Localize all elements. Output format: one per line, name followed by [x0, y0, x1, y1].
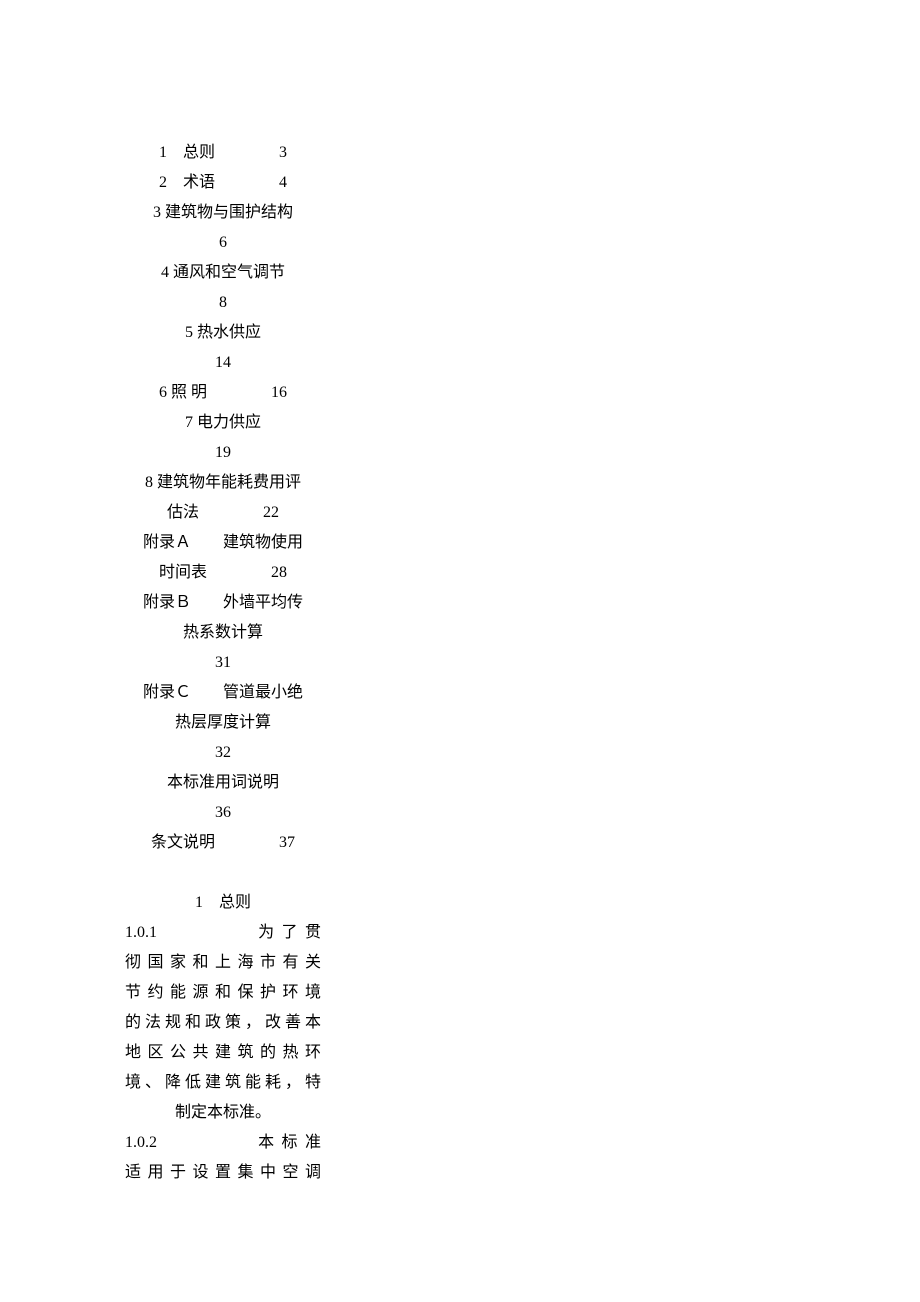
clause-1-0-2-line-a: 1.0.2 本标准 [123, 1128, 323, 1158]
page-content: 1 总则 3 2 术语 4 3 建筑物与围护结构 6 4 通风和空气调节 8 5… [123, 138, 323, 1188]
toc-page-4: 8 [123, 288, 323, 318]
toc-entry-8: 8 建筑物年能耗费用评 [123, 468, 323, 498]
clause-1-0-1-line-g: 制定本标准。 [123, 1098, 323, 1128]
clause-1-0-1-line-d: 的法规和政策，改善本 [123, 1008, 323, 1038]
section-1-heading: 1 总则 [123, 888, 323, 918]
toc-entry-1: 1 总则 3 [123, 138, 323, 168]
table-of-contents: 1 总则 3 2 术语 4 3 建筑物与围护结构 6 4 通风和空气调节 8 5… [123, 138, 323, 858]
toc-entry-6: 6 照 明 16 [123, 378, 323, 408]
toc-entry-7: 7 电力供应 [123, 408, 323, 438]
clause-1-0-1-line-f: 境、降低建筑能耗，特 [123, 1068, 323, 1098]
toc-entry-2: 2 术语 4 [123, 168, 323, 198]
clause-1-0-1-line-c: 节约能源和保护环境 [123, 978, 323, 1008]
toc-appendix-c: 附录Ｃ 管道最小绝 [123, 678, 323, 708]
clause-1-0-1-line-e: 地区公共建筑的热环 [123, 1038, 323, 1068]
toc-page-7: 19 [123, 438, 323, 468]
toc-entry-5: 5 热水供应 [123, 318, 323, 348]
toc-entry-8b: 估法 22 [123, 498, 323, 528]
toc-page-c: 32 [123, 738, 323, 768]
toc-appendix-b: 附录Ｂ 外墙平均传 [123, 588, 323, 618]
toc-appendix-a: 附录Ａ 建筑物使用 [123, 528, 323, 558]
toc-appendix-a2: 时间表 28 [123, 558, 323, 588]
toc-page-b: 31 [123, 648, 323, 678]
toc-page-5: 14 [123, 348, 323, 378]
section-1: 1 总则 1.0.1 为了贯 彻国家和上海市有关 节约能源和保护环境 的法规和政… [123, 888, 323, 1188]
toc-entry-4: 4 通风和空气调节 [123, 258, 323, 288]
toc-appendix-c2: 热层厚度计算 [123, 708, 323, 738]
toc-entry-3: 3 建筑物与围护结构 [123, 198, 323, 228]
toc-terms: 本标准用词说明 [123, 768, 323, 798]
toc-appendix-b2: 热系数计算 [123, 618, 323, 648]
clause-1-0-2-line-b: 适用于设置集中空调 [123, 1158, 323, 1188]
clause-1-0-1-line-b: 彻国家和上海市有关 [123, 948, 323, 978]
toc-explanation: 条文说明 37 [123, 828, 323, 858]
clause-1-0-1-line-a: 1.0.1 为了贯 [123, 918, 323, 948]
toc-page-3: 6 [123, 228, 323, 258]
toc-page-terms: 36 [123, 798, 323, 828]
